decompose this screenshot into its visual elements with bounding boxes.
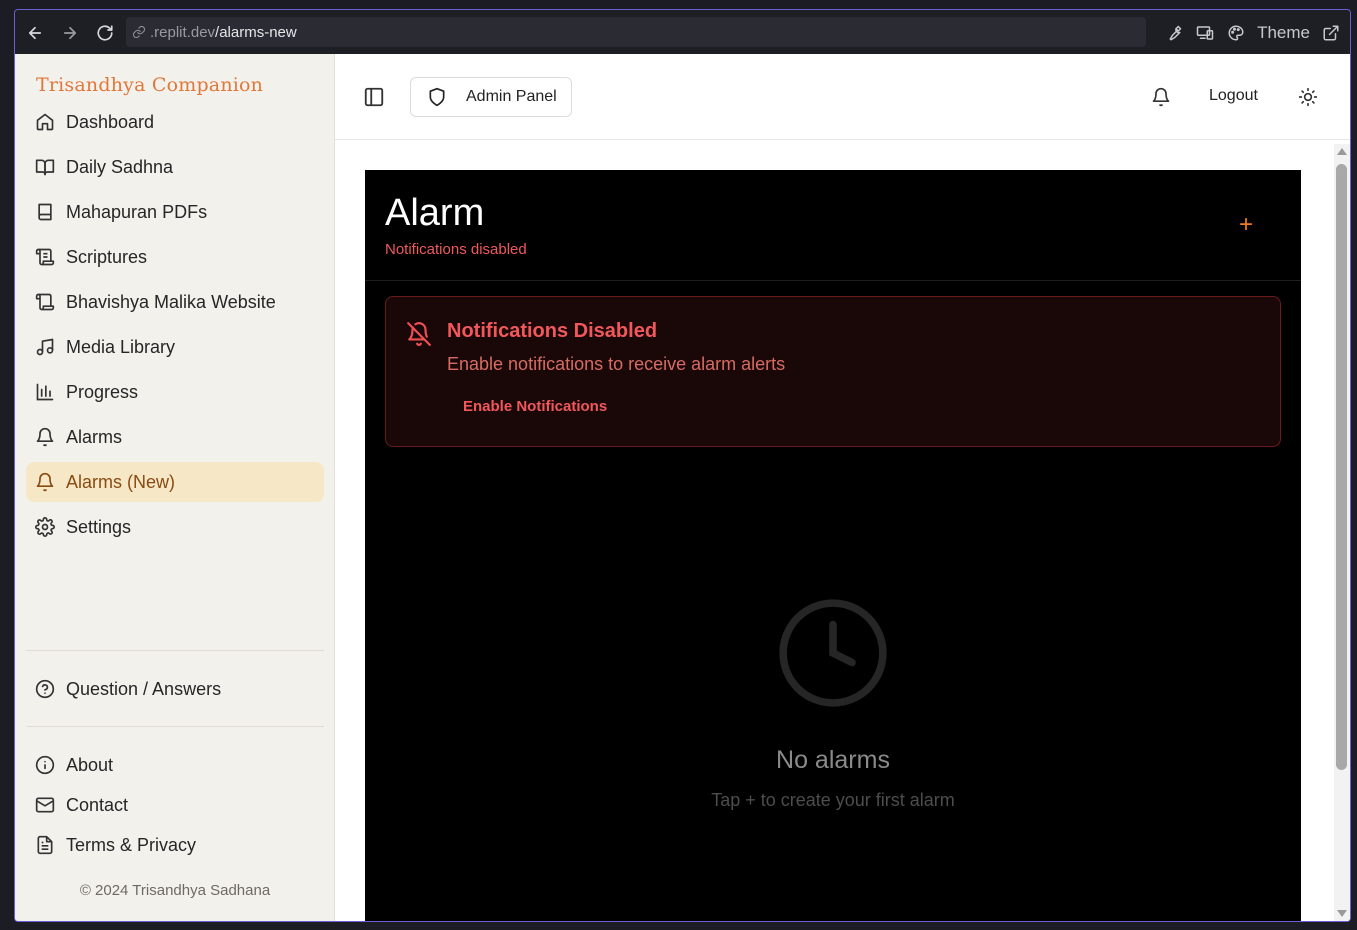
sidebar-item-about[interactable]: About bbox=[26, 745, 324, 785]
empty-state-title: No alarms bbox=[776, 746, 890, 774]
browser-window: .replit.dev/alarms-new Theme Trisandhya … bbox=[14, 9, 1351, 922]
sidebar-nav: Dashboard Daily Sadhna Mahapuran PDFs Sc… bbox=[26, 102, 324, 552]
home-icon bbox=[35, 112, 55, 132]
sidebar-item-label: Progress bbox=[66, 381, 139, 402]
browser-toolbar: .replit.dev/alarms-new Theme bbox=[15, 10, 1350, 55]
bell-icon bbox=[35, 472, 55, 492]
clock-icon bbox=[776, 596, 890, 710]
url-bar[interactable]: .replit.dev/alarms-new bbox=[126, 17, 1146, 47]
warning-title: Notifications Disabled bbox=[447, 320, 658, 342]
theme-label[interactable]: Theme bbox=[1257, 23, 1310, 43]
url-path: /alarms-new bbox=[215, 23, 297, 41]
info-icon bbox=[35, 755, 55, 775]
sidebar-item-alarms-new[interactable]: Alarms (New) bbox=[26, 462, 324, 502]
sidebar-item-settings[interactable]: Settings bbox=[26, 507, 324, 547]
sidebar-item-label: About bbox=[66, 754, 114, 775]
scroll-up-arrow[interactable] bbox=[1337, 148, 1347, 155]
sidebar-item-label: Bhavishya Malika Website bbox=[66, 291, 276, 312]
sidebar-item-label: Scriptures bbox=[66, 246, 148, 267]
help-circle-icon bbox=[35, 679, 55, 699]
vertical-scrollbar[interactable] bbox=[1334, 144, 1350, 921]
alarm-header: Alarm Notifications disabled + bbox=[365, 170, 1301, 281]
sidebar-footer-nav: About Contact Terms & Privacy bbox=[26, 745, 324, 865]
reload-icon[interactable] bbox=[89, 17, 121, 49]
sidebar-item-label: Settings bbox=[66, 516, 132, 537]
browser-tools: Theme bbox=[1165, 18, 1340, 48]
sidebar-item-bhavishya-malika[interactable]: Bhavishya Malika Website bbox=[26, 282, 324, 322]
scroll-down-arrow[interactable] bbox=[1337, 910, 1347, 917]
sidebar-toggle-icon[interactable] bbox=[363, 86, 385, 108]
sidebar-item-label: Media Library bbox=[66, 336, 176, 357]
notifications-warning-card: Notifications Disabled Enable notificati… bbox=[385, 296, 1281, 447]
document-icon bbox=[35, 835, 55, 855]
sidebar-item-question-answers[interactable]: Question / Answers bbox=[26, 669, 324, 709]
top-bar: Admin Panel Logout bbox=[335, 54, 1350, 140]
bar-chart-icon bbox=[35, 382, 55, 402]
link-icon bbox=[132, 25, 146, 39]
app-viewport: Trisandhya Companion Dashboard Daily Sad… bbox=[15, 54, 1350, 921]
sidebar-item-alarms[interactable]: Alarms bbox=[26, 417, 324, 457]
sidebar-item-daily-sadhna[interactable]: Daily Sadhna bbox=[26, 147, 324, 187]
warning-text: Enable notifications to receive alarm al… bbox=[447, 354, 786, 374]
notification-status: Notifications disabled bbox=[385, 241, 527, 258]
sidebar-item-media-library[interactable]: Media Library bbox=[26, 327, 324, 367]
logout-button[interactable]: Logout bbox=[1209, 87, 1258, 105]
wrench-icon[interactable] bbox=[1165, 24, 1183, 42]
sidebar: Trisandhya Companion Dashboard Daily Sad… bbox=[15, 54, 335, 921]
mail-icon bbox=[35, 795, 55, 815]
sun-icon[interactable] bbox=[1298, 87, 1318, 107]
devices-icon[interactable] bbox=[1195, 24, 1215, 42]
gear-icon bbox=[35, 517, 55, 537]
back-icon[interactable] bbox=[19, 17, 51, 49]
brand-title[interactable]: Trisandhya Companion bbox=[36, 74, 263, 96]
page-title: Alarm bbox=[385, 192, 485, 234]
sidebar-item-dashboard[interactable]: Dashboard bbox=[26, 102, 324, 142]
sidebar-item-terms-privacy[interactable]: Terms & Privacy bbox=[26, 825, 324, 865]
book-open-icon bbox=[35, 157, 55, 177]
copyright-text: © 2024 Trisandhya Sadhana bbox=[79, 882, 271, 899]
enable-notifications-button[interactable]: Enable Notifications bbox=[463, 398, 607, 415]
add-alarm-button[interactable]: + bbox=[1239, 213, 1253, 237]
sidebar-divider bbox=[26, 726, 324, 727]
sidebar-divider bbox=[26, 650, 324, 651]
bell-icon bbox=[35, 427, 55, 447]
sidebar-item-label: Terms & Privacy bbox=[66, 834, 197, 855]
bell-off-icon bbox=[406, 321, 432, 347]
music-icon bbox=[35, 337, 55, 357]
sidebar-item-label: Dashboard bbox=[66, 111, 155, 132]
sidebar-item-scriptures[interactable]: Scriptures bbox=[26, 237, 324, 277]
sidebar-item-label: Daily Sadhna bbox=[66, 156, 174, 177]
sidebar-item-label: Question / Answers bbox=[66, 678, 222, 699]
sidebar-item-label: Alarms (New) bbox=[66, 471, 176, 492]
sidebar-item-label: Alarms bbox=[66, 426, 123, 447]
sidebar-item-mahapuran-pdfs[interactable]: Mahapuran PDFs bbox=[26, 192, 324, 232]
scroll-icon bbox=[35, 247, 55, 267]
sidebar-item-progress[interactable]: Progress bbox=[26, 372, 324, 412]
main-area: Admin Panel Logout Alarm Notifications d… bbox=[335, 54, 1350, 921]
url-domain: .replit.dev bbox=[150, 23, 216, 41]
alarm-panel: Alarm Notifications disabled + Notificat… bbox=[365, 170, 1301, 921]
external-link-icon[interactable] bbox=[1322, 24, 1340, 42]
scrollbar-thumb[interactable] bbox=[1336, 164, 1347, 770]
admin-panel-button[interactable]: Admin Panel bbox=[410, 77, 572, 117]
sidebar-item-label: Mahapuran PDFs bbox=[66, 201, 208, 222]
shield-icon bbox=[427, 87, 447, 107]
sidebar-qa-section: Question / Answers bbox=[26, 669, 324, 714]
notification-bell-icon[interactable] bbox=[1151, 87, 1171, 107]
empty-state-subtitle: Tap + to create your first alarm bbox=[711, 790, 955, 810]
book-icon bbox=[35, 202, 55, 222]
forward-icon[interactable] bbox=[54, 17, 86, 49]
admin-panel-label: Admin Panel bbox=[466, 88, 557, 105]
sidebar-item-contact[interactable]: Contact bbox=[26, 785, 324, 825]
palette-icon[interactable] bbox=[1227, 24, 1245, 42]
scroll-icon bbox=[35, 292, 55, 312]
sidebar-item-label: Contact bbox=[66, 794, 129, 815]
